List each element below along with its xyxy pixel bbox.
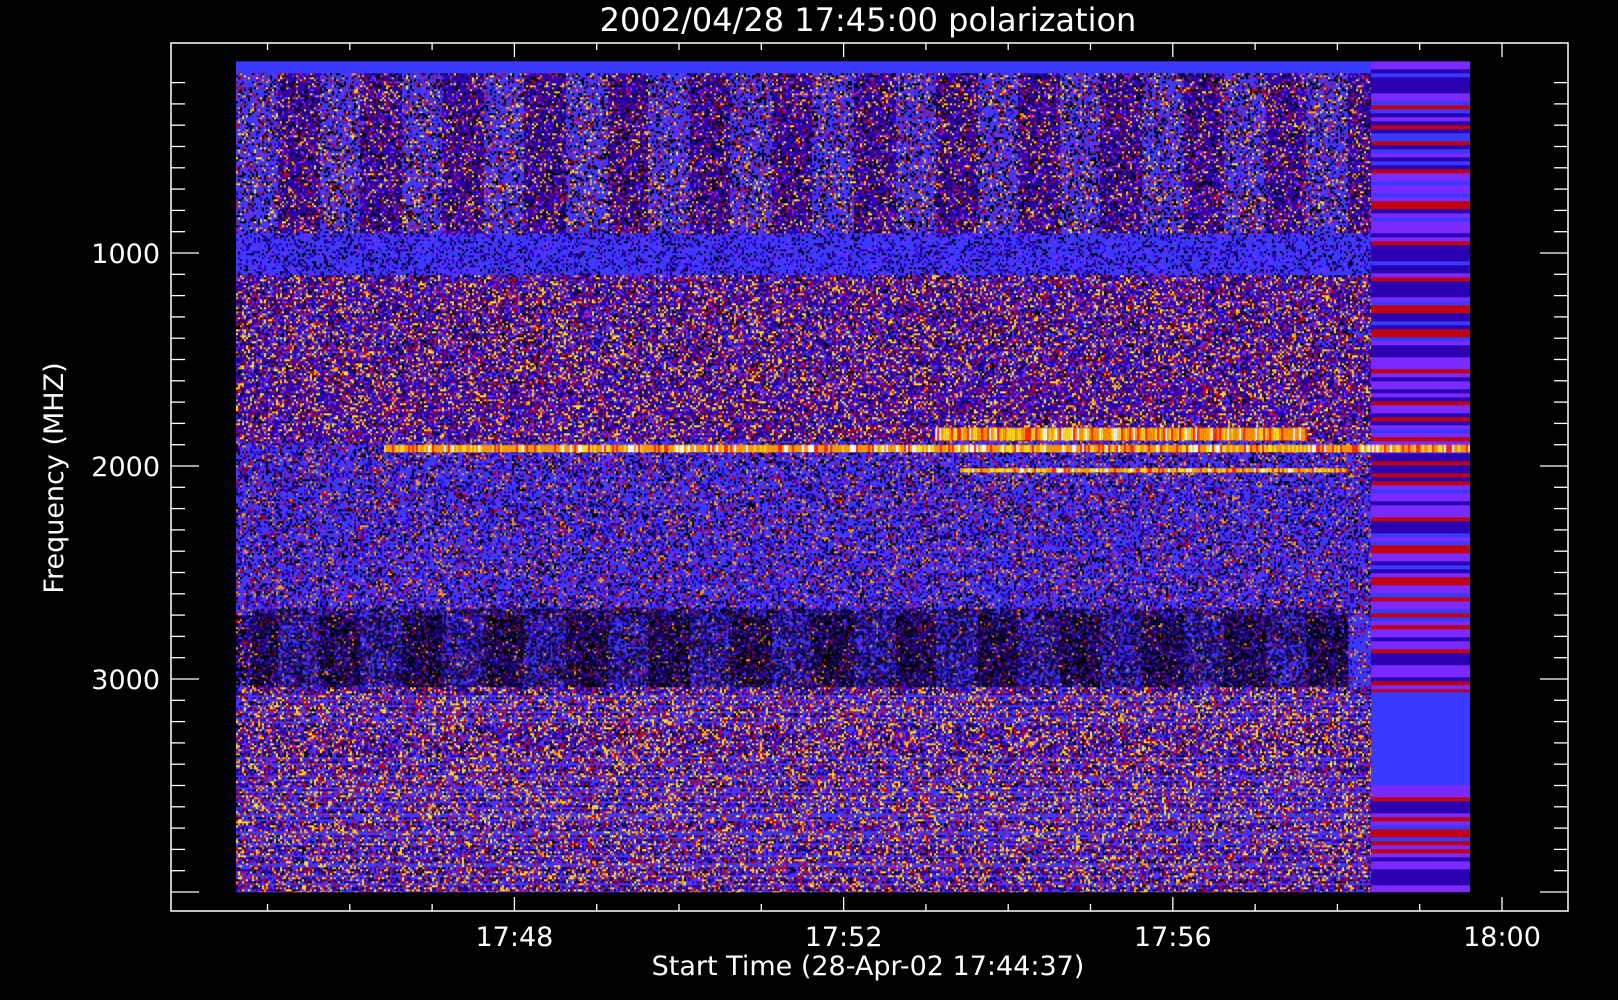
chart-title: 2002/04/28 17:45:00 polarization <box>600 1 1137 39</box>
x-tick-label: 18:00 <box>1463 922 1541 953</box>
x-tick-label: 17:48 <box>476 922 554 953</box>
x-axis-label: Start Time (28-Apr-02 17:44:37) <box>652 951 1085 982</box>
heatmap-image <box>236 61 1470 893</box>
y-axis-label: Frequency (MHZ) <box>39 362 70 593</box>
y-tick-label: 2000 <box>91 452 160 483</box>
x-tick-label: 17:52 <box>805 922 883 953</box>
spectrogram-chart: 2002/04/28 17:45:00 polarization 17:48 17… <box>0 0 1618 1000</box>
heatmap-raster <box>236 61 1470 893</box>
x-tick-label: 17:56 <box>1134 922 1212 953</box>
y-tick-label: 1000 <box>91 239 160 270</box>
y-tick-label: 3000 <box>91 665 160 696</box>
